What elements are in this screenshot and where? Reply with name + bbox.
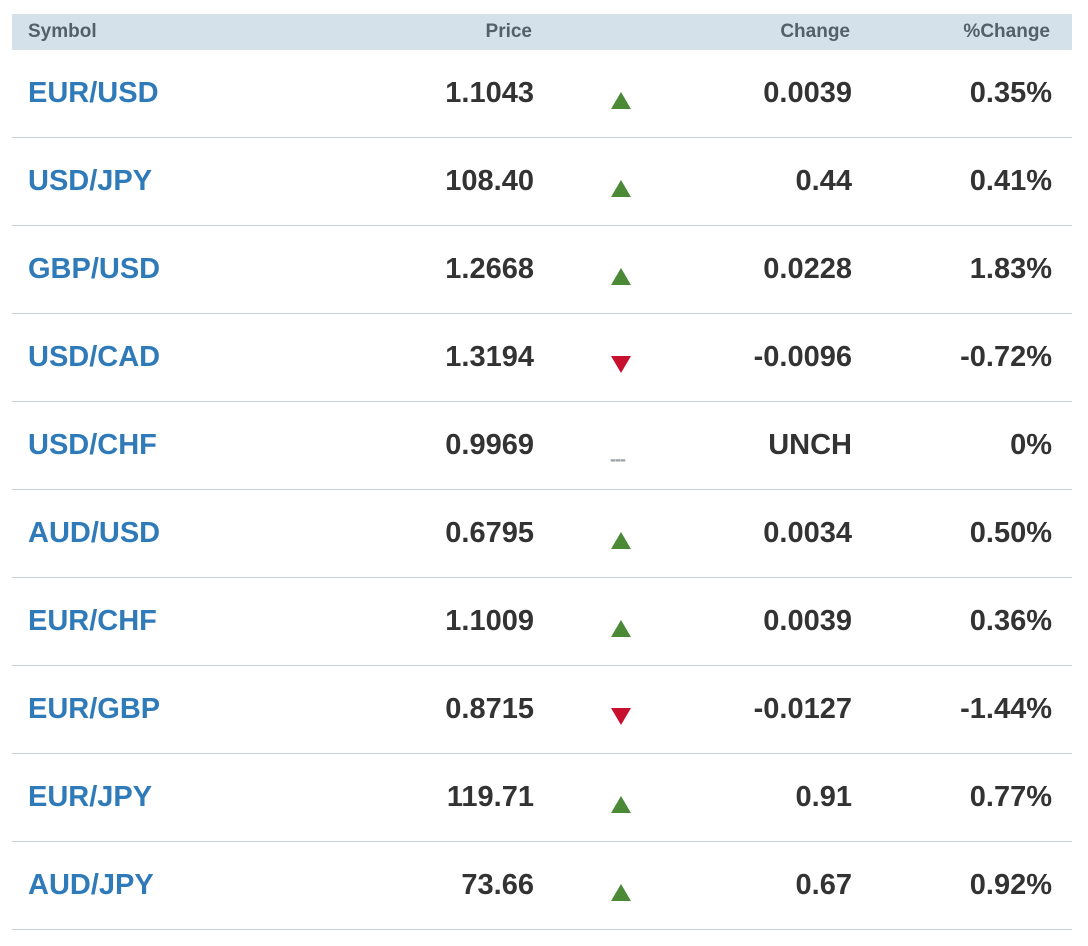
table-row: EUR/JPY 119.71 0.91 0.77%: [12, 754, 1072, 842]
pct-change-value: 0%: [1010, 429, 1052, 461]
pct-change-value: 0.35%: [969, 77, 1052, 109]
change-value: 0.91: [795, 781, 852, 813]
change-value: 0.0039: [763, 77, 852, 109]
price-value: 1.2668: [445, 253, 534, 285]
symbol-link[interactable]: USD/CHF: [28, 402, 157, 489]
price-value: 0.9969: [445, 429, 534, 461]
down-arrow-icon: [610, 702, 634, 725]
table-row: EUR/USD 1.1043 0.0039 0.35%: [12, 50, 1072, 138]
change-value: 0.44: [795, 165, 852, 197]
symbol-link[interactable]: EUR/CHF: [28, 578, 157, 665]
up-arrow-icon: [610, 174, 634, 197]
table-row: AUD/USD 0.6795 0.0034 0.50%: [12, 490, 1072, 578]
table-row: USD/CHF 0.9969 --- UNCH 0%: [12, 402, 1072, 490]
table-header: Symbol Price Change %Change: [12, 14, 1072, 50]
pct-change-value: 0.36%: [969, 605, 1052, 637]
table-row: AUD/JPY 73.66 0.67 0.92%: [12, 842, 1072, 930]
currency-quotes-table: Symbol Price Change %Change EUR/USD 1.10…: [12, 14, 1072, 930]
up-arrow-icon: [610, 614, 634, 637]
price-value: 73.66: [461, 869, 534, 901]
pct-change-value: 1.83%: [969, 253, 1052, 285]
symbol-link[interactable]: AUD/JPY: [28, 842, 154, 929]
pct-change-value: 0.92%: [969, 869, 1052, 901]
price-value: 0.8715: [445, 693, 534, 725]
change-value: -0.0127: [753, 693, 852, 725]
symbol-link[interactable]: EUR/JPY: [28, 754, 152, 841]
price-value: 119.71: [446, 781, 534, 813]
price-value: 1.3194: [445, 341, 534, 373]
change-value: 0.67: [795, 869, 852, 901]
price-value: 0.6795: [445, 517, 534, 549]
pct-change-value: 0.77%: [969, 781, 1052, 813]
up-arrow-icon: [610, 790, 634, 813]
price-value: 1.1009: [445, 605, 534, 637]
change-value: 0.0039: [763, 605, 852, 637]
down-arrow-icon: [610, 350, 634, 373]
table-row: USD/CAD 1.3194 -0.0096 -0.72%: [12, 314, 1072, 402]
up-arrow-icon: [610, 86, 634, 109]
change-value: 0.0228: [763, 253, 852, 285]
column-header-price[interactable]: Price: [486, 14, 532, 50]
table-row: EUR/GBP 0.8715 -0.0127 -1.44%: [12, 666, 1072, 754]
pct-change-value: -0.72%: [960, 341, 1052, 373]
symbol-link[interactable]: AUD/USD: [28, 490, 160, 577]
symbol-link[interactable]: USD/CAD: [28, 314, 160, 401]
up-arrow-icon: [610, 262, 634, 285]
unchanged-dash-glyph: ---: [610, 449, 626, 469]
symbol-link[interactable]: USD/JPY: [28, 138, 152, 225]
table-row: GBP/USD 1.2668 0.0228 1.83%: [12, 226, 1072, 314]
table-row: EUR/CHF 1.1009 0.0039 0.36%: [12, 578, 1072, 666]
column-header-pct-change[interactable]: %Change: [963, 14, 1050, 50]
change-value: -0.0096: [753, 341, 852, 373]
symbol-link[interactable]: EUR/USD: [28, 50, 159, 137]
unchanged-dash-icon: ---: [610, 438, 634, 468]
pct-change-value: -1.44%: [960, 693, 1052, 725]
up-arrow-icon: [610, 526, 634, 549]
column-header-symbol[interactable]: Symbol: [28, 14, 97, 50]
price-value: 108.40: [445, 165, 534, 197]
pct-change-value: 0.50%: [969, 517, 1052, 549]
symbol-link[interactable]: EUR/GBP: [28, 666, 160, 753]
price-value: 1.1043: [445, 77, 534, 109]
up-arrow-icon: [610, 878, 634, 901]
change-value: 0.0034: [763, 517, 852, 549]
table-row: USD/JPY 108.40 0.44 0.41%: [12, 138, 1072, 226]
symbol-link[interactable]: GBP/USD: [28, 226, 160, 313]
column-header-change[interactable]: Change: [780, 14, 850, 50]
pct-change-value: 0.41%: [969, 165, 1052, 197]
change-value: UNCH: [768, 429, 852, 461]
